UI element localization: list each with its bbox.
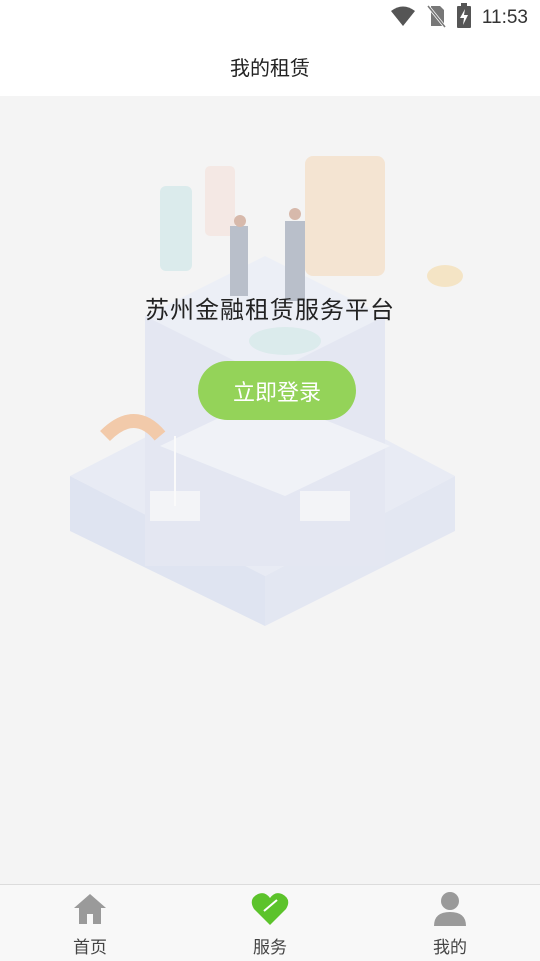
bottom-tab-bar: 首页 服务 我的 bbox=[0, 884, 540, 961]
status-bar: 11:53 bbox=[0, 0, 540, 36]
main-content: 苏州金融租赁服务平台 立即登录 bbox=[0, 96, 540, 884]
status-icons: 11:53 bbox=[390, 3, 528, 33]
battery-charging-icon bbox=[456, 3, 472, 33]
tab-label: 首页 bbox=[73, 938, 107, 958]
page-title: 我的租赁 bbox=[230, 55, 310, 80]
tab-service[interactable]: 服务 bbox=[180, 885, 360, 961]
header: 我的租赁 bbox=[0, 36, 540, 96]
home-icon bbox=[71, 890, 109, 928]
tab-label: 我的 bbox=[433, 938, 467, 958]
person-icon bbox=[431, 890, 469, 928]
no-sim-icon bbox=[426, 4, 447, 32]
wifi-icon bbox=[390, 5, 416, 31]
login-button[interactable]: 立即登录 bbox=[198, 361, 356, 420]
heart-icon bbox=[251, 890, 289, 928]
tab-mine[interactable]: 我的 bbox=[360, 885, 540, 961]
tab-home[interactable]: 首页 bbox=[0, 885, 180, 961]
status-time: 11:53 bbox=[481, 7, 528, 28]
tab-label: 服务 bbox=[253, 938, 287, 958]
platform-title: 苏州金融租赁服务平台 bbox=[145, 296, 395, 324]
